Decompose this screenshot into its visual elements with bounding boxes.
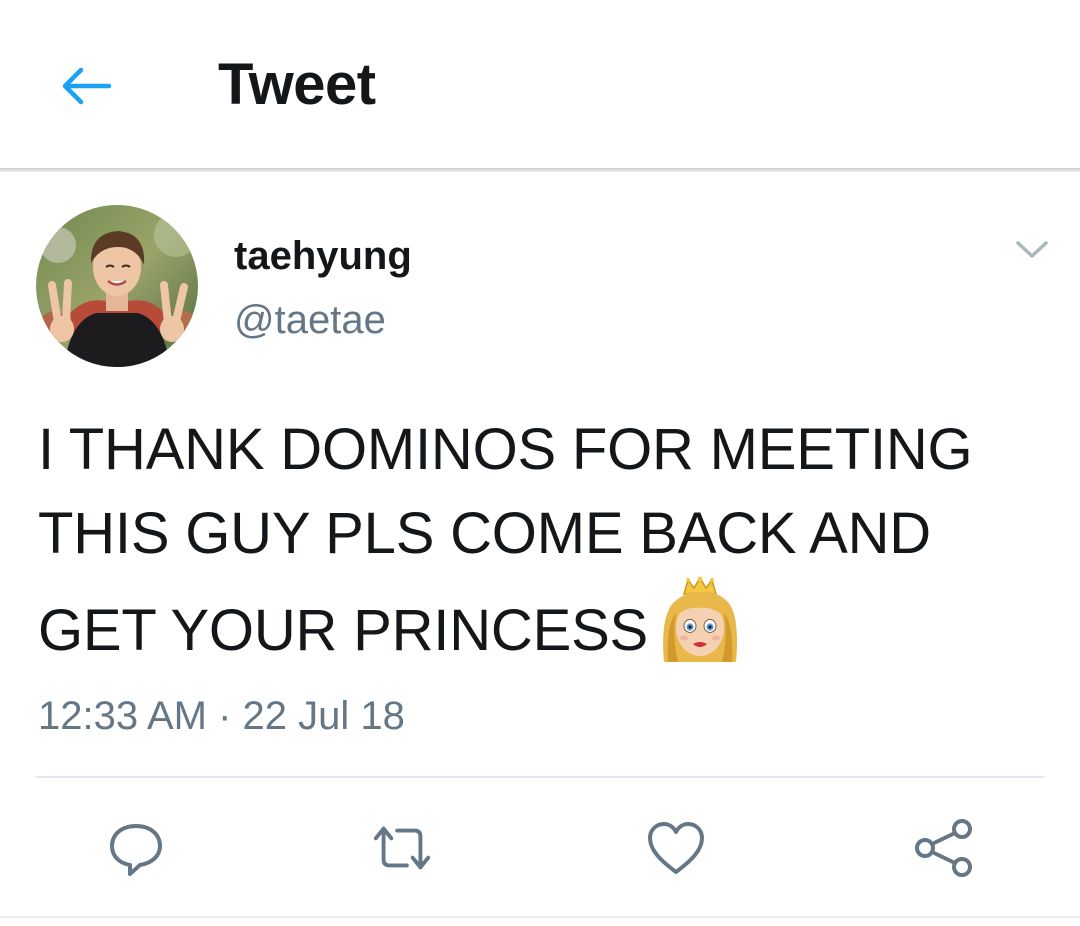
tweet-body: I THANK DOMINOS FOR MEETING THIS GUY PLS… [38, 408, 1058, 673]
share-button[interactable] [912, 816, 976, 880]
top-app-bar: Tweet [0, 0, 1080, 168]
arrow-left-icon [62, 67, 112, 105]
chevron-down-icon [1016, 241, 1048, 258]
heart-icon [648, 822, 704, 874]
author-handle[interactable]: @taetae [234, 294, 386, 346]
retweet-button[interactable] [370, 816, 434, 880]
reply-icon [110, 824, 162, 876]
retweet-icon [373, 826, 431, 870]
author-display-name[interactable]: taehyung [234, 230, 412, 282]
header-divider [0, 168, 1080, 172]
reply-button[interactable] [104, 816, 168, 880]
profile-photo [36, 205, 198, 367]
tweet-timestamp: 12:33 AM · 22 Jul 18 [38, 694, 405, 738]
page-title: Tweet [218, 52, 376, 117]
avatar[interactable] [36, 205, 198, 367]
princess-emoji [658, 576, 742, 664]
tweet-text: I THANK DOMINOS FOR MEETING THIS GUY PLS… [38, 417, 973, 663]
share-icon [915, 819, 972, 877]
actions-divider [36, 776, 1044, 778]
tweet-bottom-divider [0, 916, 1080, 918]
back-button[interactable] [52, 56, 118, 116]
like-button[interactable] [644, 816, 708, 880]
tweet-menu-button[interactable] [1010, 232, 1054, 268]
